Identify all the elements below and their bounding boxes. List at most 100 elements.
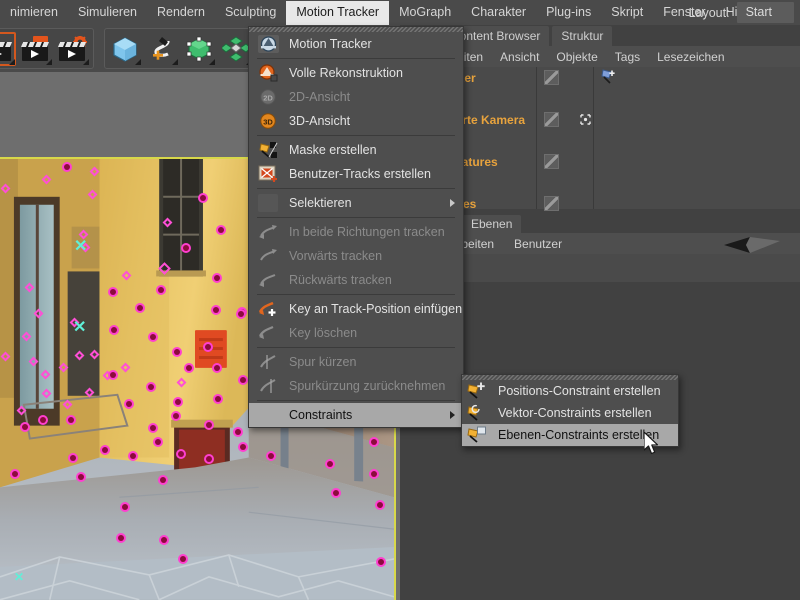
- layers-menu-benutzer[interactable]: Benutzer: [514, 237, 562, 251]
- clapper-record-icon[interactable]: [0, 32, 16, 66]
- submenu-item-positions-constraint[interactable]: Positions-Constraint erstellen: [462, 380, 678, 402]
- visibility-dots-icon[interactable]: [544, 196, 559, 211]
- menu-item-2d-ansicht[interactable]: 2D 2D-Ansicht: [249, 85, 463, 109]
- cube-primitive-icon[interactable]: [108, 32, 142, 66]
- menu-motion-tracker[interactable]: Motion Tracker: [286, 1, 389, 25]
- menu-simulieren[interactable]: Simulieren: [68, 1, 147, 25]
- clapper-render-region-icon[interactable]: [19, 32, 53, 66]
- table-row[interactable]: utzer-Features: [411, 151, 800, 172]
- om-menu-ansicht[interactable]: Ansicht: [500, 50, 539, 64]
- om-menu-lesezeichen[interactable]: Lesezeichen: [657, 50, 724, 64]
- generator-nurbs-icon[interactable]: [182, 32, 216, 66]
- om-menu-objekte[interactable]: Objekte: [556, 50, 597, 64]
- track-point[interactable]: [161, 537, 167, 543]
- track-point[interactable]: [214, 365, 220, 371]
- track-point[interactable]: [378, 559, 384, 565]
- track-point[interactable]: [158, 287, 164, 293]
- track-point[interactable]: [160, 477, 166, 483]
- track-point[interactable]: [155, 439, 161, 445]
- track-marker-x[interactable]: ✕: [74, 239, 87, 255]
- visibility-dots-icon[interactable]: [544, 70, 559, 85]
- track-point[interactable]: [371, 471, 377, 477]
- track-point[interactable]: [174, 349, 180, 355]
- layout-dropdown[interactable]: Start: [737, 2, 794, 23]
- track-point[interactable]: [175, 399, 181, 405]
- menu-item-spurkuerzung-zuruecknehmen[interactable]: Spurkürzung zurücknehmen: [249, 374, 463, 398]
- menu-item-key-loeschen[interactable]: Key löschen: [249, 321, 463, 345]
- track-point[interactable]: [137, 305, 143, 311]
- track-point[interactable]: [327, 461, 333, 467]
- track-point[interactable]: [235, 429, 241, 435]
- table-row[interactable]: onstruierte Kamera: [411, 109, 800, 130]
- track-point[interactable]: [206, 422, 212, 428]
- clapper-render-settings-icon[interactable]: [56, 32, 90, 66]
- track-point[interactable]: [110, 289, 116, 295]
- track-point[interactable]: [78, 474, 84, 480]
- menu-item-3d-ansicht[interactable]: 3D 3D-Ansicht: [249, 109, 463, 133]
- tab-struktur[interactable]: Struktur: [552, 26, 612, 46]
- menu-item-spur-kuerzen[interactable]: Spur kürzen: [249, 350, 463, 374]
- track-point[interactable]: [200, 195, 206, 201]
- track-point[interactable]: [110, 372, 116, 378]
- menu-item-rueckwaerts-tracken[interactable]: Rückwärts tracken: [249, 268, 463, 292]
- track-point[interactable]: [111, 327, 117, 333]
- track-point[interactable]: [268, 453, 274, 459]
- track-point[interactable]: [22, 424, 28, 430]
- track-point[interactable]: [213, 307, 219, 313]
- menu-item-benutzer-tracks-erstellen[interactable]: Benutzer-Tracks erstellen: [249, 162, 463, 186]
- track-point[interactable]: [150, 334, 156, 340]
- motion-tracker-dropdown-menu[interactable]: Motion Tracker Volle Rekonstruktion 2D: [248, 26, 464, 428]
- visibility-dots-icon[interactable]: [544, 112, 559, 127]
- track-point[interactable]: [218, 227, 224, 233]
- menu-animieren[interactable]: nimieren: [0, 1, 68, 25]
- menu-rendern[interactable]: Rendern: [147, 1, 215, 25]
- layer-arrow-icon[interactable]: [724, 237, 780, 258]
- track-point[interactable]: [186, 365, 192, 371]
- track-point[interactable]: [64, 164, 70, 170]
- track-point[interactable]: [180, 556, 186, 562]
- menu-item-constraints[interactable]: Constraints: [249, 403, 463, 427]
- track-point[interactable]: [240, 444, 246, 450]
- menu-mograph[interactable]: MoGraph: [389, 1, 461, 25]
- track-point[interactable]: [333, 490, 339, 496]
- layers-list[interactable]: [422, 254, 800, 282]
- menu-charakter[interactable]: Charakter: [461, 1, 536, 25]
- track-point[interactable]: [178, 451, 184, 457]
- track-point[interactable]: [183, 245, 189, 251]
- track-point[interactable]: [102, 447, 108, 453]
- track-point[interactable]: [122, 504, 128, 510]
- track-point[interactable]: [215, 396, 221, 402]
- tab-ebenen[interactable]: Ebenen: [462, 215, 521, 233]
- menu-skript[interactable]: Skript: [601, 1, 653, 25]
- track-point[interactable]: [130, 453, 136, 459]
- menu-item-selektieren[interactable]: Selektieren: [249, 191, 463, 215]
- menu-item-key-an-track-position-einfuegen[interactable]: Key an Track-Position einfügen: [249, 297, 463, 321]
- track-point[interactable]: [205, 344, 211, 350]
- menu-plugins[interactable]: Plug-ins: [536, 1, 601, 25]
- track-point[interactable]: [240, 377, 246, 383]
- track-point[interactable]: [126, 401, 132, 407]
- track-point[interactable]: [173, 413, 179, 419]
- track-point[interactable]: [371, 439, 377, 445]
- position-constraint-tag-icon[interactable]: [601, 69, 621, 92]
- menu-sculpting[interactable]: Sculpting: [215, 1, 286, 25]
- track-point[interactable]: [377, 502, 383, 508]
- track-marker-x[interactable]: ✕: [73, 320, 86, 336]
- track-point[interactable]: [70, 455, 76, 461]
- submenu-item-vektor-constraints[interactable]: Vektor-Constraints erstellen: [462, 402, 678, 424]
- track-point[interactable]: [40, 417, 46, 423]
- track-marker-x[interactable]: ✕: [14, 571, 24, 583]
- track-point[interactable]: [118, 535, 124, 541]
- menu-item-maske-erstellen[interactable]: Maske erstellen: [249, 138, 463, 162]
- menu-item-vorwaerts-tracken[interactable]: Vorwärts tracken: [249, 244, 463, 268]
- menu-item-volle-rekonstruktion[interactable]: Volle Rekonstruktion: [249, 61, 463, 85]
- table-row[interactable]: o-Features: [411, 193, 800, 214]
- spline-pen-icon[interactable]: [145, 32, 179, 66]
- menu-item-motion-tracker[interactable]: Motion Tracker: [249, 32, 463, 56]
- visibility-dots-icon[interactable]: [544, 154, 559, 169]
- track-point[interactable]: [148, 384, 154, 390]
- track-point[interactable]: [214, 275, 220, 281]
- om-menu-tags[interactable]: Tags: [615, 50, 640, 64]
- axis-move-icon[interactable]: [579, 113, 592, 126]
- menu-item-in-beide-richtungen-tracken[interactable]: In beide Richtungen tracken: [249, 220, 463, 244]
